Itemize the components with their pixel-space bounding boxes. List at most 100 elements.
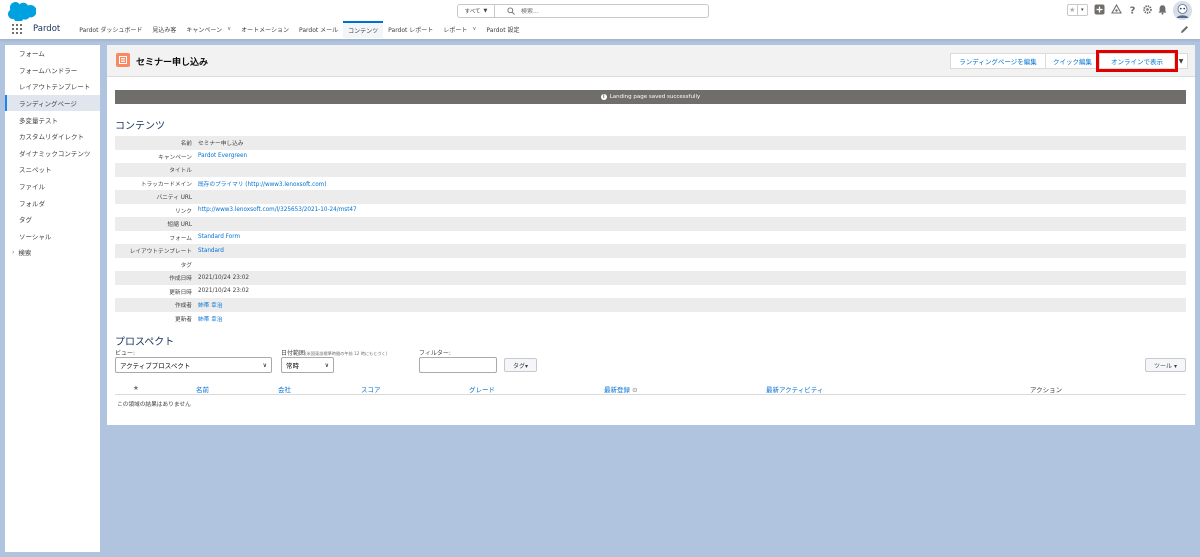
column-header-grade[interactable]: グレード <box>469 384 495 394</box>
add-icon[interactable] <box>1094 4 1105 15</box>
tracker-domain-link[interactable]: 既存のプライマリ (http://www3.lenoxsoft.com) <box>198 179 326 188</box>
action-button-group: ランディングページを編集 クイック編集 オンラインで表示 ▼ <box>950 50 1188 72</box>
column-header-actions: アクション <box>1030 386 1063 394</box>
created-by-link[interactable]: 姉帯 幸治 <box>198 300 223 309</box>
nav-tab-pardot-settings[interactable]: Pardot 設定 <box>481 21 524 38</box>
success-toast: i Landing page saved successfully <box>115 90 1186 104</box>
app-launcher-icon[interactable] <box>12 24 22 34</box>
sidebar-item-social[interactable]: ソーシャル <box>5 228 100 245</box>
bell-icon[interactable] <box>1157 4 1168 15</box>
sidebar-item-folders[interactable]: フォルダ <box>5 194 100 211</box>
sidebar-item-label: 多変量テスト <box>19 116 58 125</box>
sidebar-item-label: 検索 <box>18 249 32 258</box>
column-header-last-registered[interactable]: 最新登録 ⊙ <box>604 384 638 394</box>
column-header-company[interactable]: 会社 <box>278 384 291 394</box>
chevron-down-icon[interactable]: ∨ <box>227 26 231 32</box>
sidebar-item-search[interactable]: › 検索 <box>5 244 100 261</box>
detail-value: 2021/10/24 23:02 <box>198 274 249 281</box>
global-search: すべて ▼ <box>457 4 709 18</box>
landing-page-url-link[interactable]: http://www3.lenoxsoft.com/l/325653/2021-… <box>198 207 357 213</box>
detail-value: 2021/10/24 23:02 <box>198 288 249 295</box>
nav-tab-pardot-email[interactable]: Pardot メール <box>294 21 343 38</box>
trailhead-icon[interactable] <box>1111 4 1122 15</box>
detail-row: フォーム Standard Form <box>115 231 1186 245</box>
date-range-value: 常時 <box>286 362 299 370</box>
chevron-right-icon: › <box>12 248 15 256</box>
sidebar-item-label: タグ <box>19 216 32 225</box>
prospect-filters: ビュー: アクティブプロスペクト ∨ 日付範囲(米国東部標準時間の午前 12 時… <box>115 348 1186 378</box>
detail-label: 作成者 <box>174 303 192 310</box>
info-icon: i <box>600 94 607 100</box>
nav-tab-automation[interactable]: オートメーション <box>236 21 294 38</box>
nav-tab-label: レポート <box>443 26 468 34</box>
search-icon <box>507 7 515 15</box>
app-nav-bar: Pardot Pardot ダッシュボード 見込み客 キャンペーン ∨ オートメー… <box>0 20 1200 39</box>
page-title: セミナー申し込み <box>136 58 209 68</box>
sidebar-item-form-handlers[interactable]: フォームハンドラー <box>5 62 100 79</box>
filter-input[interactable] <box>419 357 497 373</box>
help-icon[interactable]: ? <box>1127 4 1138 16</box>
detail-label: タイトル <box>169 168 192 175</box>
view-label: ビュー: <box>115 350 136 357</box>
column-header-last-activity[interactable]: 最新アクティビティ <box>766 384 823 394</box>
sidebar-item-forms[interactable]: フォーム <box>5 45 100 62</box>
sidebar-item-tags[interactable]: タグ <box>5 211 100 228</box>
content-sidebar: フォーム フォームハンドラー レイアウトテンプレート ランディングページ 多変量… <box>5 45 100 552</box>
gear-icon[interactable] <box>1142 4 1153 15</box>
chevron-down-icon[interactable]: ∨ <box>472 26 476 32</box>
edit-landing-page-button[interactable]: ランディングページを編集 <box>950 53 1046 69</box>
filter-label: フィルター: <box>419 350 451 357</box>
tools-button[interactable]: ツール ▾ <box>1145 358 1186 372</box>
nav-tab-prospects[interactable]: 見込み客 <box>147 21 181 38</box>
form-link[interactable]: Standard Form <box>198 234 240 240</box>
detail-row: 作成者 姉帯 幸治 <box>115 298 1186 312</box>
sidebar-item-snippets[interactable]: スニペット <box>5 161 100 178</box>
nav-tab-pardot-reports[interactable]: Pardot レポート <box>383 21 438 38</box>
search-input[interactable] <box>521 7 671 15</box>
quick-edit-button[interactable]: クイック編集 <box>1045 53 1100 69</box>
detail-row: 短縮 URL <box>115 217 1186 231</box>
detail-label: 作成日時 <box>169 276 192 283</box>
nav-tab-content[interactable]: コンテンツ <box>343 20 384 38</box>
tag-button[interactable]: タグ▾ <box>504 358 537 372</box>
pencil-icon[interactable] <box>1180 25 1189 34</box>
app-name: Pardot <box>33 24 61 34</box>
nav-tab-reports[interactable]: レポート ∨ <box>438 21 481 38</box>
sidebar-item-landing-pages[interactable]: ランディングページ <box>5 94 100 112</box>
prospects-table-header: ★ 名前 会社 スコア グレード 最新登録 ⊙ 最新アクティビティ アクション <box>115 381 1186 395</box>
salesforce-logo[interactable] <box>8 2 36 21</box>
date-range-label-text: 日付範囲 <box>281 350 306 357</box>
updated-by-link[interactable]: 姉帯 幸治 <box>198 314 223 323</box>
campaign-link[interactable]: Pardot Evergreen <box>198 153 247 159</box>
page-header: セミナー申し込み ランディングページを編集 クイック編集 オンラインで表示 ▼ <box>107 45 1195 77</box>
layout-template-link[interactable]: Standard <box>198 248 224 254</box>
caret-down-icon: ▼ <box>483 8 488 14</box>
sidebar-item-label: カスタムリダイレクト <box>19 133 84 142</box>
detail-value: セミナー申し込み <box>198 141 244 148</box>
sidebar-item-multivariate-tests[interactable]: 多変量テスト <box>5 111 100 128</box>
date-range-select[interactable]: 常時 ∨ <box>281 357 334 373</box>
sidebar-item-files[interactable]: ファイル <box>5 178 100 195</box>
view-select[interactable]: アクティブプロスペクト ∨ <box>115 357 272 373</box>
column-header-score[interactable]: スコア <box>361 384 381 394</box>
favorites-button[interactable]: ★ ▾ <box>1067 4 1088 16</box>
column-header-name[interactable]: 名前 <box>196 384 209 394</box>
main-panel: セミナー申し込み ランディングページを編集 クイック編集 オンラインで表示 ▼ … <box>107 45 1195 425</box>
prospects-section-title: プロスペクト <box>115 337 175 348</box>
sidebar-item-dynamic-content[interactable]: ダイナミックコンテンツ <box>5 145 100 162</box>
sidebar-item-custom-redirects[interactable]: カスタムリダイレクト <box>5 128 100 145</box>
search-scope-dropdown[interactable]: すべて ▼ <box>458 5 495 17</box>
chevron-down-icon: ∨ <box>262 361 267 369</box>
sidebar-item-label: フォーム <box>19 50 45 59</box>
sidebar-item-layout-templates[interactable]: レイアウトテンプレート <box>5 78 100 95</box>
nav-tab-pardot-dashboard[interactable]: Pardot ダッシュボード <box>74 21 147 38</box>
empty-results-message: この領域の結果はありません <box>117 402 191 408</box>
detail-row: リンク http://www3.lenoxsoft.com/l/325653/20… <box>115 204 1186 218</box>
avatar[interactable] <box>1173 1 1192 20</box>
star-icon[interactable]: ★ <box>133 384 139 392</box>
view-online-button[interactable]: オンラインで表示 <box>1096 50 1178 72</box>
caret-down-icon[interactable]: ▾ <box>1078 7 1087 13</box>
more-actions-button[interactable]: ▼ <box>1174 53 1188 69</box>
detail-label: レイアウトテンプレート <box>129 249 192 256</box>
nav-tab-campaigns[interactable]: キャンペーン ∨ <box>181 21 236 38</box>
